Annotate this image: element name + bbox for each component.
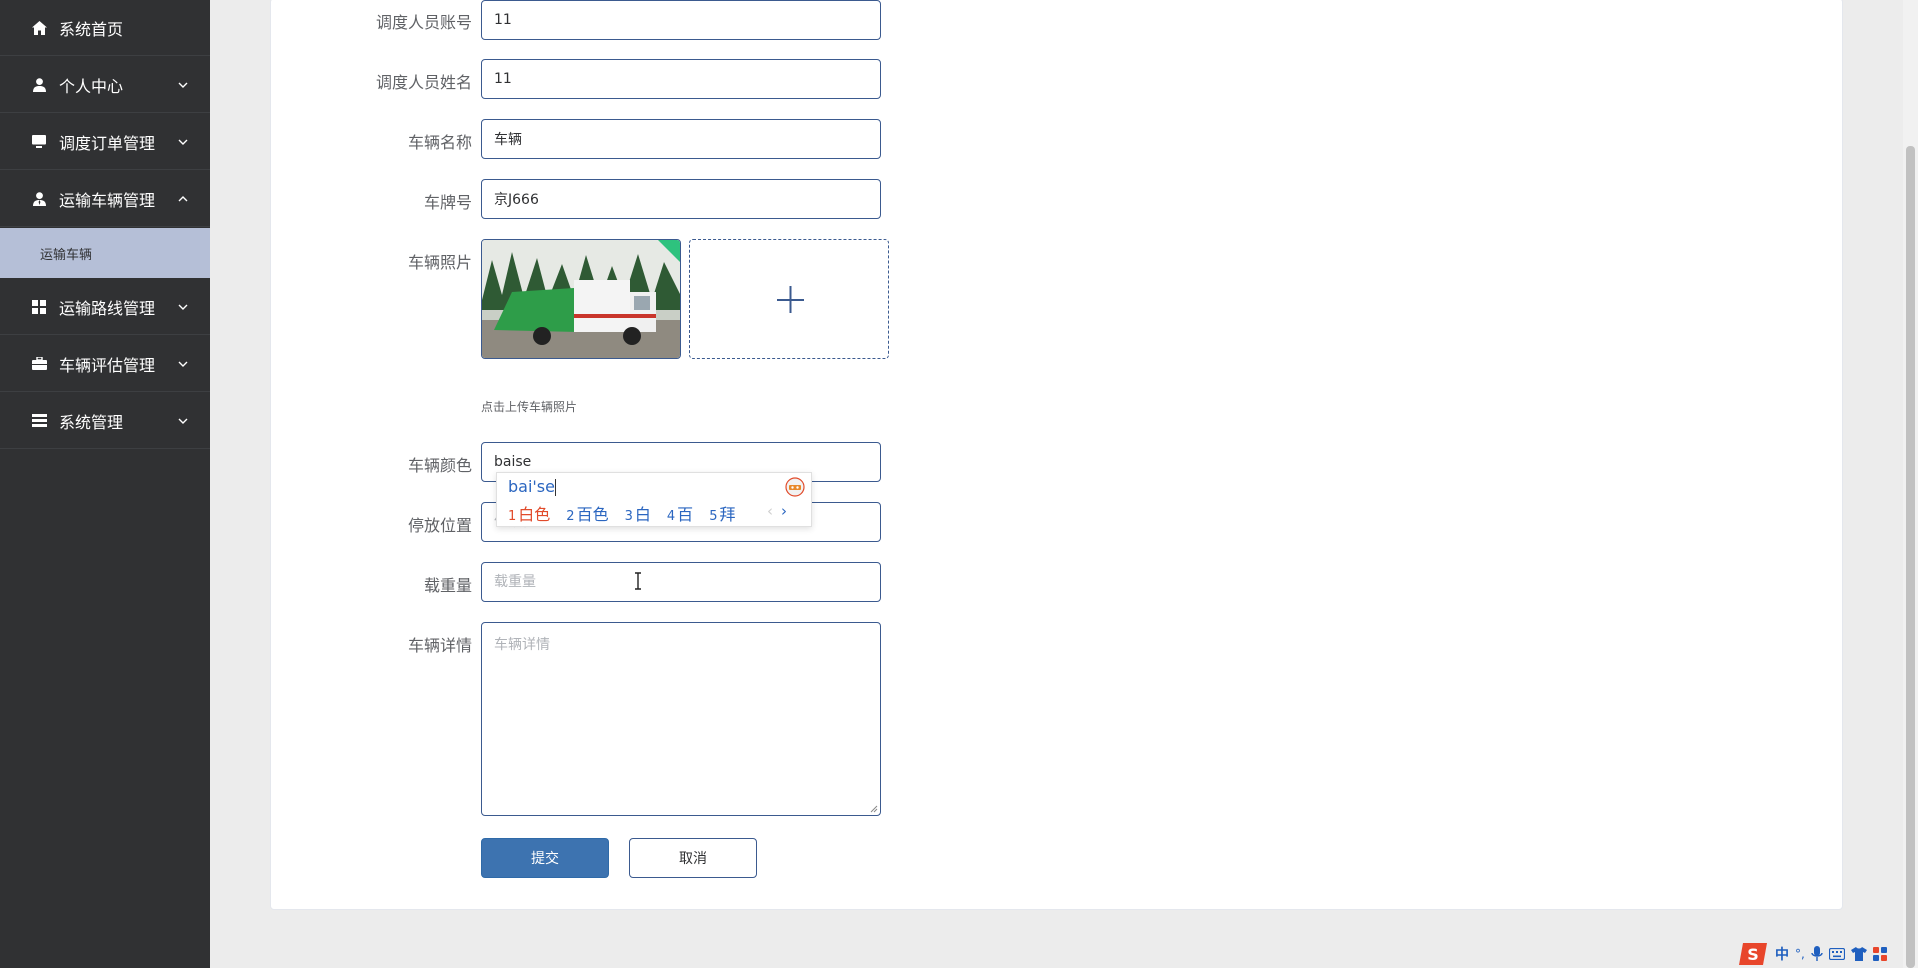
ime-candidate-popup: bai'se 1 白色 2 百色 3白 4百 5拜 ‹ › (496, 472, 812, 527)
sidebar-item-label: 调度订单管理 (59, 133, 156, 153)
sidebar-item-label: 个人中心 (59, 76, 124, 96)
monitor-icon (30, 133, 48, 151)
chevron-down-icon (176, 414, 190, 428)
details-label: 车辆详情 (407, 636, 472, 655)
sidebar-subitem-vehicles[interactable]: 运输车辆 (0, 228, 210, 278)
text-cursor-icon (635, 572, 641, 590)
ime-page-arrows: ‹ › (767, 502, 787, 520)
ime-mode-indicator[interactable]: 中 (1775, 944, 1789, 964)
load-input[interactable] (481, 562, 881, 602)
sidebar: 系统首页 个人中心 调度订单管理 运输车辆管理 运输车辆 运输路线管理 车辆评估… (0, 0, 210, 968)
sidebar-item-dispatch-orders[interactable]: 调度订单管理 (0, 114, 210, 170)
ime-prev-page[interactable]: ‹ (767, 502, 773, 520)
ime-candidate[interactable]: 3白 (625, 501, 651, 525)
ime-candidate[interactable]: 1 白色 (508, 501, 550, 525)
sidebar-item-label: 系统首页 (59, 19, 124, 39)
sidebar-item-label: 运输车辆管理 (59, 190, 156, 210)
plate-input[interactable] (481, 179, 881, 219)
name-label: 调度人员姓名 (375, 73, 472, 92)
ime-logo-icon (785, 477, 805, 497)
sidebar-item-personal-center[interactable]: 个人中心 (0, 57, 210, 113)
vehicle-photo-thumbnail[interactable] (481, 239, 681, 359)
vehicle-name-input[interactable] (481, 119, 881, 159)
color-label: 车辆颜色 (407, 456, 472, 475)
sidebar-item-home[interactable]: 系统首页 (0, 0, 210, 56)
skin-shirt-icon[interactable] (1850, 947, 1867, 961)
ime-status-bar: S 中 °, (1739, 940, 1918, 968)
plate-label: 车牌号 (423, 193, 472, 212)
sidebar-item-route-management[interactable]: 运输路线管理 (0, 279, 210, 335)
parking-label: 停放位置 (407, 516, 472, 535)
ime-punctuation-toggle[interactable]: °, (1795, 947, 1805, 961)
photo-upload-tip: 点击上传车辆照片 (481, 400, 578, 414)
photo-label: 车辆照片 (407, 253, 472, 272)
chevron-down-icon (176, 300, 190, 314)
keyboard-icon[interactable] (1828, 948, 1845, 960)
details-textarea[interactable] (481, 622, 881, 816)
plus-icon (777, 286, 804, 313)
user-tie-icon (30, 190, 48, 208)
svg-text:S: S (1747, 945, 1759, 964)
sidebar-item-vehicle-management[interactable]: 运输车辆管理 (0, 171, 210, 227)
account-input[interactable] (481, 0, 881, 40)
vehicle-photo-image (482, 240, 680, 358)
ime-candidate[interactable]: 2 百色 (566, 501, 608, 525)
chevron-down-icon (176, 135, 190, 149)
resize-handle-icon[interactable] (870, 805, 878, 813)
sidebar-item-label: 车辆评估管理 (59, 355, 156, 375)
sidebar-item-label: 系统管理 (59, 412, 124, 432)
sidebar-item-vehicle-evaluation[interactable]: 车辆评估管理 (0, 336, 210, 392)
grid-icon (30, 298, 48, 316)
sidebar-item-label: 运输路线管理 (59, 298, 156, 318)
ime-next-page[interactable]: › (781, 502, 787, 520)
toolbox-grid-icon[interactable] (1872, 947, 1887, 961)
sogou-logo-icon[interactable]: S (1739, 941, 1769, 967)
load-label: 载重量 (423, 576, 472, 595)
cancel-button[interactable]: 取消 (629, 838, 757, 878)
vehicle-name-label: 车辆名称 (407, 133, 472, 152)
bars-icon (30, 412, 48, 430)
page-scrollbar-thumb[interactable] (1906, 146, 1915, 968)
user-icon (30, 76, 48, 94)
chevron-up-icon (176, 192, 190, 206)
briefcase-icon (30, 355, 48, 373)
ime-candidate[interactable]: 5拜 (709, 501, 735, 525)
submit-button[interactable]: 提交 (481, 838, 609, 878)
ime-candidate[interactable]: 4百 (667, 501, 693, 525)
ime-candidates: 1 白色 2 百色 3白 4百 5拜 (508, 501, 751, 525)
chevron-down-icon (176, 357, 190, 371)
sidebar-item-system-management[interactable]: 系统管理 (0, 393, 210, 449)
microphone-icon[interactable] (1811, 946, 1823, 962)
name-input[interactable] (481, 59, 881, 99)
account-label: 调度人员账号 (375, 13, 472, 32)
photo-upload-button[interactable] (689, 239, 889, 359)
ime-composition: bai'se (508, 477, 556, 496)
sidebar-subitem-label: 运输车辆 (40, 247, 93, 263)
chevron-down-icon (176, 78, 190, 92)
home-icon (30, 19, 48, 37)
